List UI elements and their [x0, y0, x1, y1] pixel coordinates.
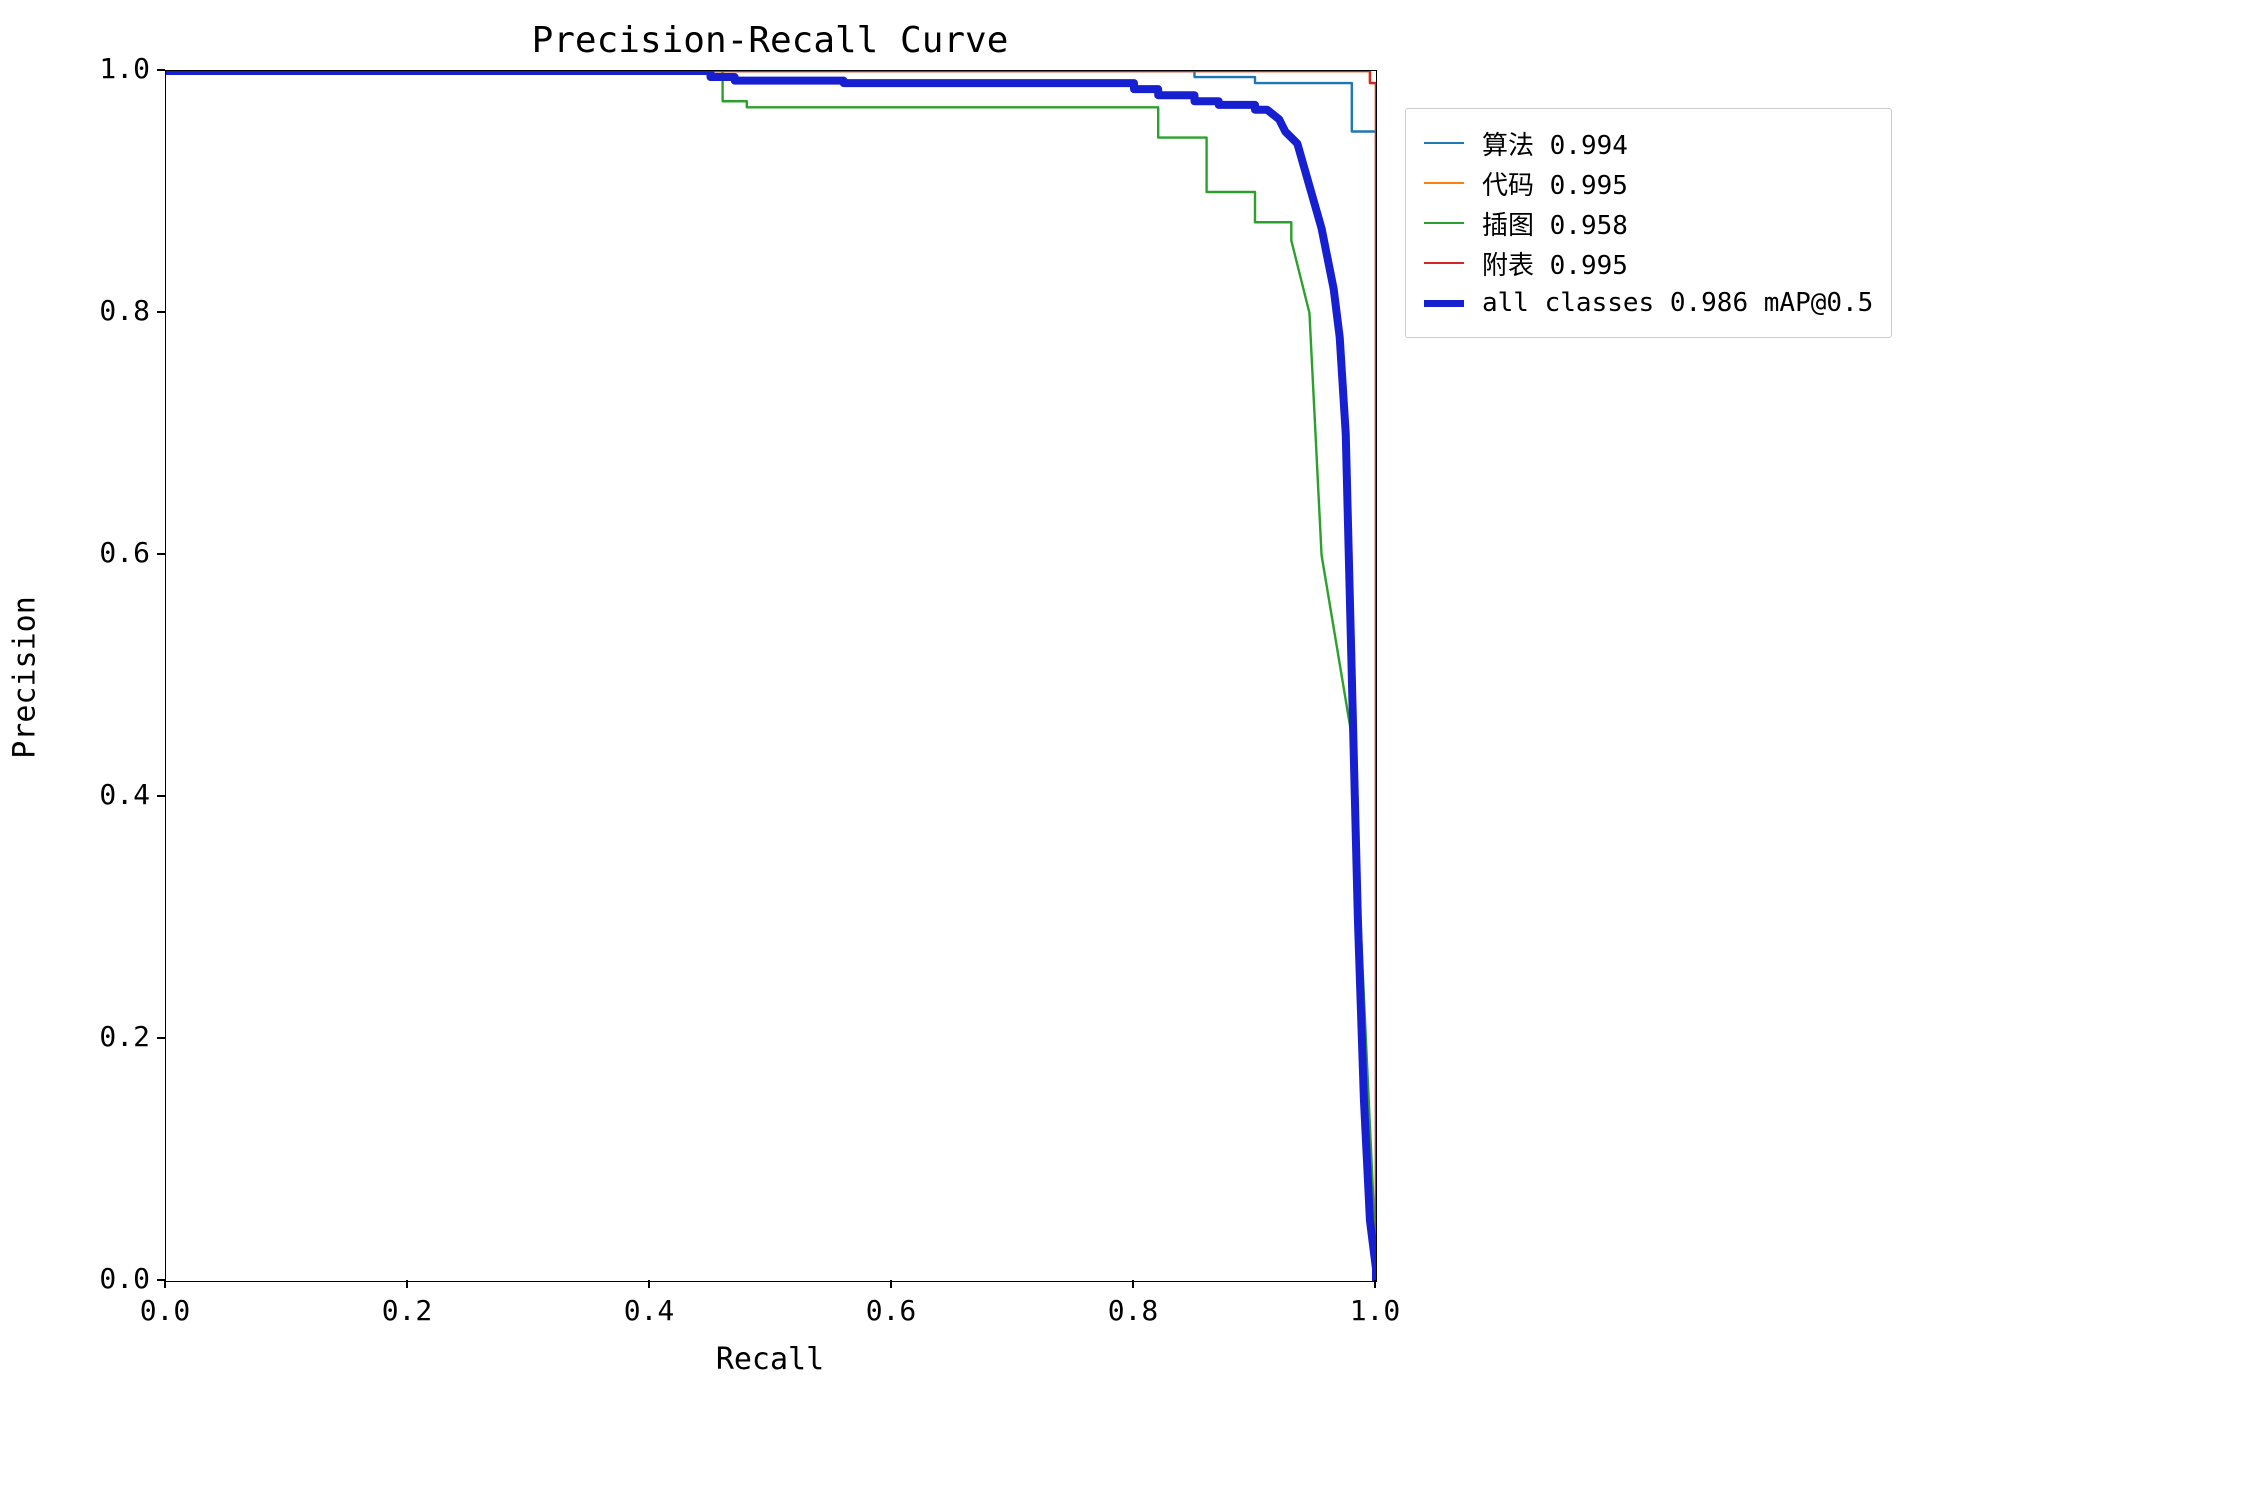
legend-swatch: [1424, 262, 1464, 265]
legend-label: all classes 0.986 mAP@0.5: [1482, 288, 1873, 318]
series-line: [166, 71, 1376, 1281]
series-line: [166, 71, 1376, 1281]
legend-label: 代码 0.995: [1482, 165, 1628, 202]
y-tick-label: 0.2: [70, 1020, 150, 1053]
y-tick-label: 0.0: [70, 1262, 150, 1295]
legend-label: 算法 0.994: [1482, 125, 1628, 162]
y-tick-mark: [157, 1037, 165, 1039]
legend: 算法 0.994代码 0.995插图 0.958附表 0.995 all clas…: [1405, 108, 1892, 338]
legend-swatch: [1424, 300, 1464, 307]
y-tick-mark: [157, 1279, 165, 1281]
x-tick-mark: [406, 1280, 408, 1288]
x-tick-mark: [1132, 1280, 1134, 1288]
legend-swatch: [1424, 222, 1464, 225]
x-tick-label: 0.2: [367, 1294, 447, 1327]
legend-swatch: [1424, 142, 1464, 145]
x-tick-mark: [1374, 1280, 1376, 1288]
series-line: [166, 71, 1376, 1281]
legend-swatch: [1424, 182, 1464, 185]
legend-label: 插图 0.958: [1482, 205, 1628, 242]
y-tick-mark: [157, 69, 165, 71]
x-tick-label: 1.0: [1335, 1294, 1415, 1327]
x-tick-mark: [890, 1280, 892, 1288]
x-tick-mark: [648, 1280, 650, 1288]
y-tick-label: 0.4: [70, 778, 150, 811]
plot-svg: [166, 71, 1376, 1281]
legend-item: 代码 0.995: [1424, 163, 1873, 203]
series-line: [166, 71, 1376, 1281]
y-tick-label: 1.0: [70, 52, 150, 85]
x-tick-label: 0.8: [1093, 1294, 1173, 1327]
y-tick-label: 0.8: [70, 294, 150, 327]
chart-title: Precision-Recall Curve: [165, 20, 1375, 61]
legend-item: 插图 0.958: [1424, 203, 1873, 243]
x-tick-label: 0.4: [609, 1294, 689, 1327]
y-tick-mark: [157, 553, 165, 555]
x-tick-mark: [164, 1280, 166, 1288]
x-tick-label: 0.0: [125, 1294, 205, 1327]
y-tick-label: 0.6: [70, 536, 150, 569]
y-tick-mark: [157, 795, 165, 797]
plot-area: [165, 70, 1377, 1282]
legend-item: all classes 0.986 mAP@0.5: [1424, 283, 1873, 323]
figure: Precision-Recall Curve Precision Recall …: [0, 0, 2250, 1500]
y-tick-mark: [157, 311, 165, 313]
x-axis-label: Recall: [165, 1342, 1375, 1377]
series-line: [166, 71, 1376, 1281]
legend-item: 算法 0.994: [1424, 123, 1873, 163]
legend-label: 附表 0.995: [1482, 245, 1628, 282]
x-tick-label: 0.6: [851, 1294, 931, 1327]
y-axis-label: Precision: [8, 578, 43, 778]
legend-item: 附表 0.995: [1424, 243, 1873, 283]
